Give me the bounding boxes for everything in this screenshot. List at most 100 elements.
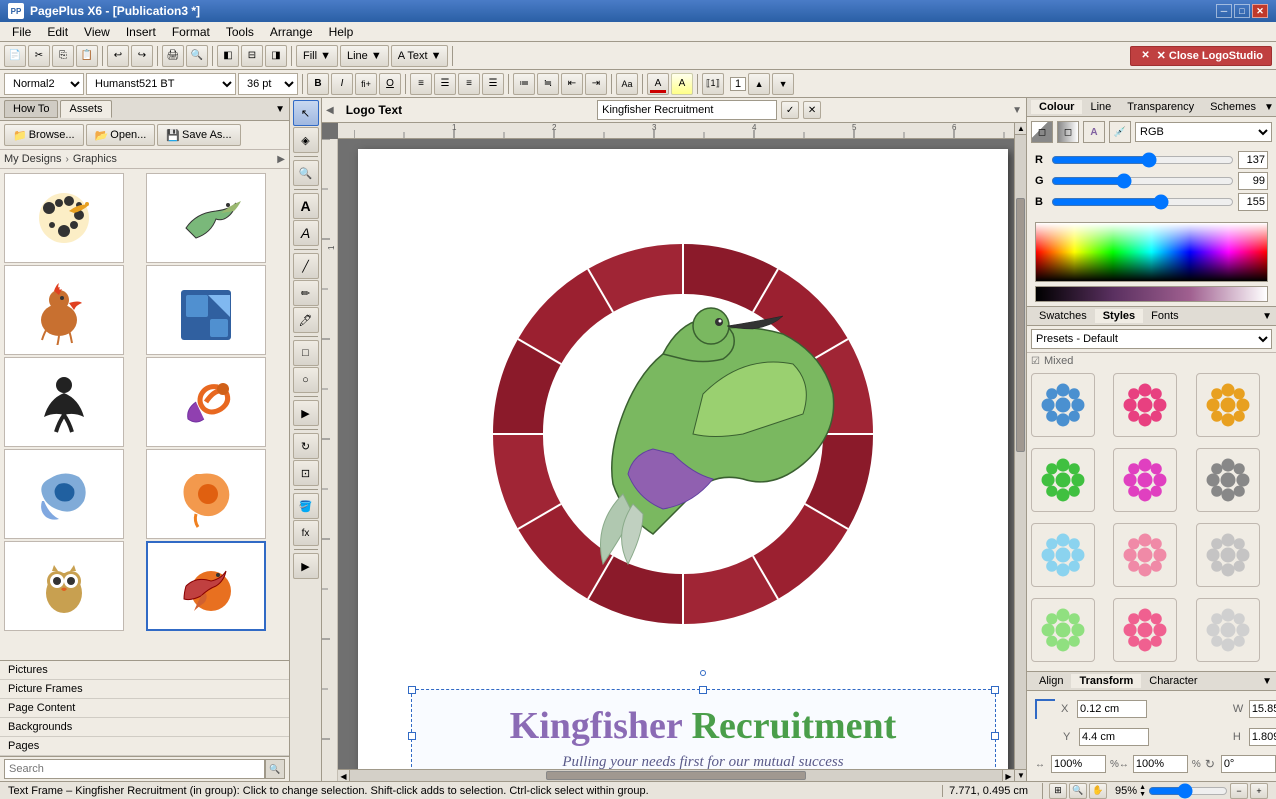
colour-mode-select[interactable]: RGB	[1135, 122, 1272, 142]
align-right-text[interactable]: ≡	[458, 73, 480, 95]
canvas-options-icon[interactable]: ▼	[1012, 105, 1022, 116]
scrollbar-thumb[interactable]	[1016, 198, 1025, 452]
handle-tr[interactable]	[991, 686, 999, 694]
zoom-out-btn[interactable]: −	[1230, 783, 1248, 799]
canvas-scroll-area[interactable]: 1 2 3 4 5 6 7	[322, 123, 1026, 781]
page-num-button[interactable]: ⟦1⟧	[702, 73, 724, 95]
style-item-6[interactable]	[1196, 448, 1260, 512]
maximize-button[interactable]: □	[1234, 4, 1250, 18]
browse-button[interactable]: 📁 Browse...	[4, 124, 84, 146]
align-left-btn[interactable]: ◧	[217, 45, 239, 67]
zoom-in-btn[interactable]: +	[1250, 783, 1268, 799]
scrollbar-h-thumb[interactable]	[546, 771, 807, 780]
scroll-right-btn[interactable]: ▶	[1002, 770, 1014, 781]
status-btn-2[interactable]: 🔍	[1069, 783, 1087, 799]
canvas-left-arrow[interactable]: ◀	[326, 105, 334, 116]
fonts-tab[interactable]: Fonts	[1143, 309, 1187, 323]
align-right-btn[interactable]: ◨	[265, 45, 287, 67]
minimize-button[interactable]: ─	[1216, 4, 1232, 18]
style-item-5[interactable]	[1113, 448, 1177, 512]
print-button[interactable]: 🖨	[162, 45, 184, 67]
r-slider[interactable]	[1051, 154, 1234, 166]
align-left-text[interactable]: ≡	[410, 73, 432, 95]
asset-item-9[interactable]	[4, 541, 124, 631]
expand-tool[interactable]: ▶	[293, 400, 319, 426]
gradient-fill-btn[interactable]: ◻	[1057, 121, 1079, 143]
crop-tool[interactable]: ⊡	[293, 460, 319, 486]
search-button[interactable]: 🔍	[265, 759, 285, 779]
menu-insert[interactable]: Insert	[118, 23, 164, 41]
style-select[interactable]: Normal2	[4, 73, 84, 95]
style-item-3[interactable]	[1196, 373, 1260, 437]
b-slider[interactable]	[1051, 196, 1234, 208]
menu-edit[interactable]: Edit	[39, 23, 76, 41]
close-logostudio-button[interactable]: ✕ ✕ Close LogoStudio	[1130, 46, 1272, 66]
asset-item-7[interactable]	[4, 449, 124, 539]
tracking-button[interactable]: fi+	[355, 73, 377, 95]
style-item-10[interactable]	[1031, 598, 1095, 662]
picture-frames-link[interactable]: Picture Frames	[0, 680, 289, 699]
expand-arrow-icon[interactable]: ▶	[277, 154, 285, 165]
style-item-4[interactable]	[1031, 448, 1095, 512]
panel-expand[interactable]: ▶	[293, 553, 319, 579]
line-tool[interactable]: ╱	[293, 253, 319, 279]
underline-button[interactable]: O	[379, 73, 401, 95]
colour-spectrum-gradient[interactable]	[1036, 223, 1267, 281]
rotate-input[interactable]	[1221, 755, 1276, 773]
style-item-2[interactable]	[1113, 373, 1177, 437]
style-item-12[interactable]	[1196, 598, 1260, 662]
scrollbar-horizontal[interactable]: ◀ ▶	[338, 769, 1014, 781]
h-input[interactable]	[1249, 728, 1276, 746]
scrollbar-vertical[interactable]: ▲ ▼	[1014, 123, 1026, 781]
styles-panel-options[interactable]: ▼	[1262, 311, 1272, 322]
menu-view[interactable]: View	[76, 23, 118, 41]
menu-help[interactable]: Help	[321, 23, 362, 41]
pencil-tool[interactable]: ✏	[293, 280, 319, 306]
how-to-tab[interactable]: How To	[4, 100, 58, 118]
zoom-in-button[interactable]: 🔍	[186, 45, 208, 67]
colour-tab-schemes[interactable]: Schemes	[1202, 100, 1264, 114]
y-input[interactable]	[1079, 728, 1149, 746]
asset-item-10[interactable]	[146, 541, 266, 631]
b-value-input[interactable]	[1238, 193, 1268, 211]
align-center-btn[interactable]: ⊟	[241, 45, 263, 67]
style-item-1[interactable]	[1031, 373, 1095, 437]
italic-button[interactable]: I	[331, 73, 353, 95]
asset-item-1[interactable]	[4, 173, 124, 263]
asset-item-8[interactable]	[146, 449, 266, 539]
indent-less[interactable]: ⇤	[561, 73, 583, 95]
rotate-handle[interactable]	[700, 670, 706, 676]
highlight-button[interactable]: A	[671, 73, 693, 95]
node-tool[interactable]: ◈	[293, 127, 319, 153]
new-button[interactable]: 📄	[4, 45, 26, 67]
colour-tab-transparency[interactable]: Transparency	[1119, 100, 1202, 114]
close-button[interactable]: ✕	[1252, 4, 1268, 18]
justify-text[interactable]: ☰	[482, 73, 504, 95]
assets-tab[interactable]: Assets	[60, 100, 111, 118]
numbering-button[interactable]: ≒	[537, 73, 559, 95]
styles-tab-btn[interactable]: Styles	[1095, 309, 1143, 323]
graphics-link[interactable]: Graphics	[73, 153, 117, 165]
swatches-tab[interactable]: Swatches	[1031, 309, 1095, 323]
text-tool[interactable]: A	[293, 193, 319, 219]
r-value-input[interactable]	[1238, 151, 1268, 169]
eyedropper-btn[interactable]: 💉	[1109, 121, 1131, 143]
asset-item-5[interactable]	[4, 357, 124, 447]
align-center-text[interactable]: ☰	[434, 73, 456, 95]
asset-item-2[interactable]	[146, 173, 266, 263]
scroll-down-btn[interactable]: ▼	[1015, 769, 1026, 781]
page-content-link[interactable]: Page Content	[0, 699, 289, 718]
artistic-text-tool[interactable]: A	[293, 220, 319, 246]
search-input[interactable]	[4, 759, 265, 779]
page-down[interactable]: ▼	[772, 73, 794, 95]
g-value-input[interactable]	[1238, 172, 1268, 190]
canvas-apply-btn[interactable]: ✓	[781, 101, 799, 119]
menu-arrange[interactable]: Arrange	[262, 23, 321, 41]
zoom-up[interactable]: ▲	[1139, 784, 1146, 791]
zoom-slider[interactable]	[1148, 785, 1228, 797]
font-select[interactable]: Humanst521 BT	[86, 73, 236, 95]
my-designs-link[interactable]: My Designs	[4, 153, 61, 165]
style-item-11[interactable]	[1113, 598, 1177, 662]
handle-tl[interactable]	[408, 686, 416, 694]
presets-select[interactable]: Presets - Default	[1031, 329, 1272, 349]
